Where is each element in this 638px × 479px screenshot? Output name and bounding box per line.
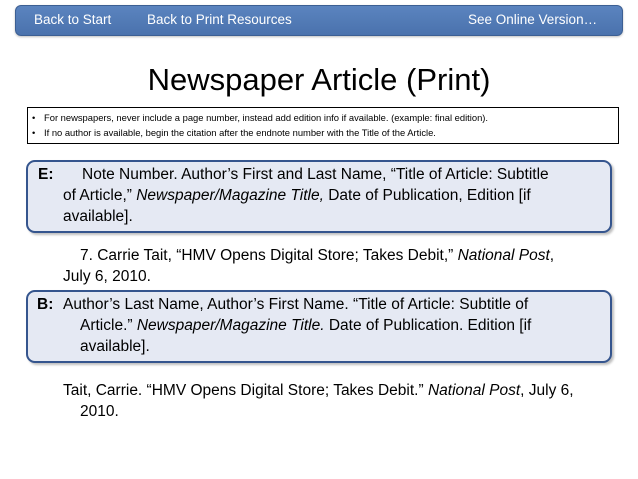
endnote-format-line-3: available]. (63, 208, 133, 225)
note-item: If no author is available, begin the cit… (32, 125, 614, 140)
back-to-print-resources-link[interactable]: Back to Print Resources (147, 12, 292, 27)
navigation-bar: Back to Start Back to Print Resources Se… (15, 5, 623, 36)
bibliography-format-line-2: Article.” Newspaper/Magazine Title. Date… (80, 317, 532, 334)
back-to-start-link[interactable]: Back to Start (34, 12, 111, 27)
endnote-format-line-2: of Article,” Newspaper/Magazine Title, D… (63, 187, 531, 204)
endnote-format-line-1: Note Number. Author’s First and Last Nam… (82, 166, 549, 183)
page-title: Newspaper Article (Print) (147, 62, 491, 97)
endnote-example-line-1: 7. Carrie Tait, “HMV Opens Digital Store… (80, 247, 555, 264)
endnote-label: E: (38, 166, 54, 183)
note-item: For newspapers, never include a page num… (32, 110, 614, 125)
endnote-example-line-2: July 6, 2010. (63, 268, 151, 285)
bibliography-example-line-2: 2010. (80, 403, 119, 420)
bibliography-example-line-1: Tait, Carrie. “HMV Opens Digital Store; … (63, 382, 574, 399)
bibliography-format-line-1: Author’s Last Name, Author’s First Name.… (63, 296, 529, 313)
see-online-version-link[interactable]: See Online Version… (468, 12, 597, 27)
bibliography-label: B: (37, 296, 54, 313)
bibliography-format-line-3: available]. (80, 338, 150, 355)
notes-box: For newspapers, never include a page num… (27, 107, 619, 144)
